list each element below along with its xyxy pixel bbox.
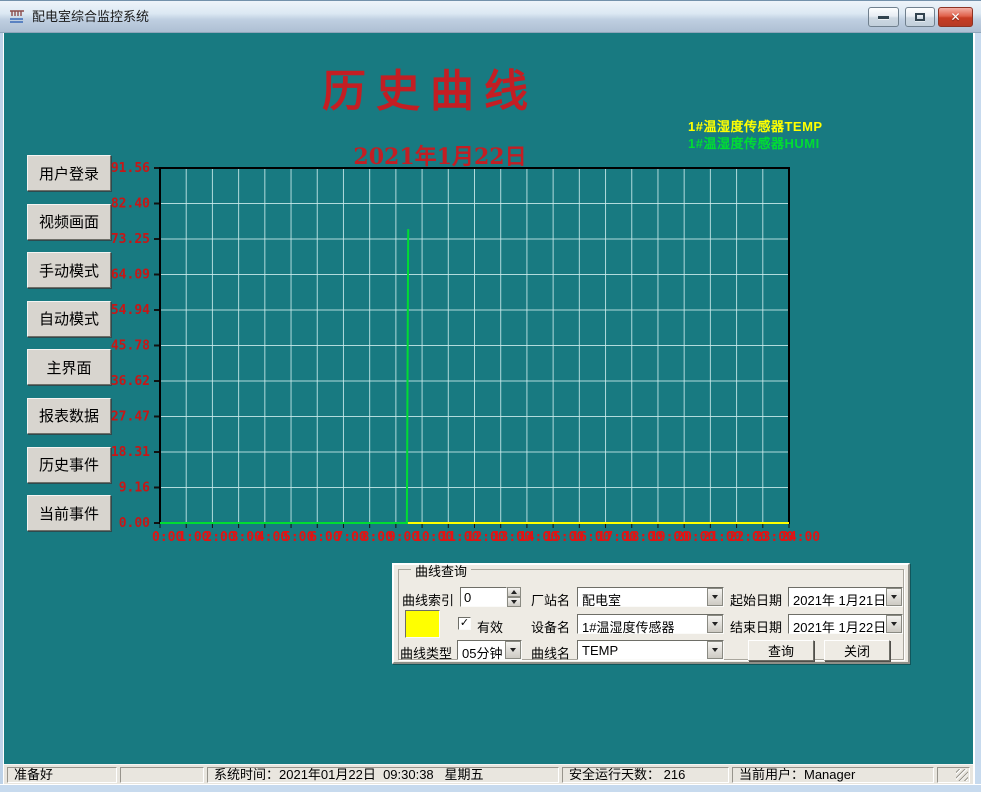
start-date-value: 2021年 1月21日 xyxy=(793,590,886,609)
maximize-icon xyxy=(915,13,925,21)
curve-index-input[interactable] xyxy=(460,587,507,607)
svg-text:24:00: 24:00 xyxy=(781,530,820,545)
chevron-down-icon xyxy=(891,622,897,626)
minimize-icon xyxy=(878,16,889,19)
status-bar: 准备好 系统时间：2021年01月22日 09:30:38 星期五 安全运行天数… xyxy=(4,764,973,784)
end-date-label: 结束日期 xyxy=(730,617,782,636)
curve-name-select[interactable]: TEMP xyxy=(577,640,724,660)
window-frame-bottom xyxy=(0,784,981,792)
svg-text:45.78: 45.78 xyxy=(111,339,150,354)
svg-text:64.09: 64.09 xyxy=(111,268,150,283)
svg-text:82.40: 82.40 xyxy=(111,197,150,212)
svg-text:9.16: 9.16 xyxy=(119,480,150,495)
station-select[interactable]: 配电室 xyxy=(577,587,724,607)
curve-index-label: 曲线索引 xyxy=(402,590,454,609)
status-safe-days: 安全运行天数： 216 xyxy=(562,767,729,783)
curve-index-stepper xyxy=(507,587,521,607)
history-chart: 91.56 82.40 73.25 64.09 54.94 45.78 36.62 27.47… xyxy=(100,150,830,560)
minimize-button[interactable] xyxy=(868,7,899,27)
chevron-down-icon xyxy=(712,595,718,599)
curve-type-label: 曲线类型 xyxy=(400,643,452,662)
app-window: 配电室综合监控系统 ✕ 历史曲线 2021年1月22日 1#温湿度传感器TEMP… xyxy=(0,0,981,792)
legend-item: 1#温湿度传感器TEMP xyxy=(688,118,823,135)
station-dropdown-button[interactable] xyxy=(707,588,723,606)
spin-down-button[interactable] xyxy=(507,597,521,607)
device-dropdown-button[interactable] xyxy=(707,615,723,633)
spin-up-button[interactable] xyxy=(507,587,521,597)
sidebar-item-current-events[interactable]: 当前事件 xyxy=(27,495,111,531)
history-chart-svg: 91.56 82.40 73.25 64.09 54.94 45.78 36.62 27.47… xyxy=(100,150,830,560)
curve-type-select[interactable]: 05分钟 xyxy=(457,640,522,660)
svg-text:36.62: 36.62 xyxy=(111,374,150,389)
svg-text:73.25: 73.25 xyxy=(111,232,150,247)
start-date-label: 起始日期 xyxy=(730,590,782,609)
end-date-picker[interactable]: 2021年 1月22日 xyxy=(788,614,903,634)
close-button[interactable]: ✕ xyxy=(938,7,973,27)
device-label: 设备名 xyxy=(531,617,570,636)
svg-text:18.31: 18.31 xyxy=(111,445,150,460)
status-ready: 准备好 xyxy=(7,767,117,783)
valid-checkbox[interactable]: ✓ xyxy=(458,617,471,630)
start-date-picker[interactable]: 2021年 1月21日 xyxy=(788,587,903,607)
sidebar-menu: 用户登录视频画面手动模式自动模式主界面报表数据历史事件当前事件 xyxy=(27,155,111,531)
chevron-down-icon xyxy=(712,648,718,652)
start-date-dropdown-button[interactable] xyxy=(886,588,902,606)
page-title: 历史曲线 xyxy=(210,55,650,119)
query-button[interactable]: 查询 xyxy=(748,640,814,661)
client-area: 历史曲线 2021年1月22日 1#温湿度传感器TEMP1#温湿度传感器HUMI… xyxy=(4,33,973,764)
sidebar-item-manual-mode[interactable]: 手动模式 xyxy=(27,252,111,288)
end-date-value: 2021年 1月22日 xyxy=(793,617,886,636)
status-blank xyxy=(120,767,204,783)
sidebar-item-history-events[interactable]: 历史事件 xyxy=(27,447,111,483)
curve-name-dropdown-button[interactable] xyxy=(707,641,723,659)
sidebar-item-main-screen[interactable]: 主界面 xyxy=(27,349,111,385)
curve-name-label: 曲线名 xyxy=(531,643,570,662)
status-system-time: 系统时间：2021年01月22日 09:30:38 星期五 xyxy=(207,767,559,783)
close-icon: ✕ xyxy=(950,11,960,23)
status-current-user: 当前用户：Manager xyxy=(732,767,934,783)
sidebar-item-report-data[interactable]: 报表数据 xyxy=(27,398,111,434)
chevron-down-icon xyxy=(891,595,897,599)
arrow-down-icon xyxy=(511,600,517,604)
app-icon xyxy=(9,9,25,25)
svg-text:27.47: 27.47 xyxy=(111,409,150,424)
curve-type-dropdown-button[interactable] xyxy=(505,641,521,659)
chevron-down-icon xyxy=(510,648,516,652)
device-value: 1#温湿度传感器 xyxy=(582,617,674,636)
chart-legend: 1#温湿度传感器TEMP1#温湿度传感器HUMI xyxy=(688,118,823,152)
svg-text:91.56: 91.56 xyxy=(111,161,150,176)
arrow-up-icon xyxy=(511,590,517,594)
title-bar: 配电室综合监控系统 ✕ xyxy=(0,0,981,33)
window-title: 配电室综合监控系统 xyxy=(32,1,149,33)
window-frame-right xyxy=(973,33,981,784)
sidebar-item-user-login[interactable]: 用户登录 xyxy=(27,155,111,191)
curve-type-value: 05分钟 xyxy=(462,643,502,662)
curve-query-panel: 曲线查询 曲线索引 厂站名 配电室 起始日期 2021年 1月21日 ✓ 有效 … xyxy=(392,563,910,664)
maximize-button[interactable] xyxy=(905,7,935,27)
groupbox-title: 曲线查询 xyxy=(411,566,471,577)
chevron-down-icon xyxy=(712,622,718,626)
panel-close-button[interactable]: 关闭 xyxy=(824,640,890,661)
svg-text:0.00: 0.00 xyxy=(119,516,150,531)
sidebar-item-auto-mode[interactable]: 自动模式 xyxy=(27,301,111,337)
station-label: 厂站名 xyxy=(531,590,570,609)
station-value: 配电室 xyxy=(582,590,621,609)
valid-label: 有效 xyxy=(477,617,503,636)
curve-color-swatch[interactable] xyxy=(405,610,440,638)
device-select[interactable]: 1#温湿度传感器 xyxy=(577,614,724,634)
sidebar-item-video-view[interactable]: 视频画面 xyxy=(27,204,111,240)
resize-grip[interactable] xyxy=(937,767,970,783)
end-date-dropdown-button[interactable] xyxy=(886,615,902,633)
svg-text:54.94: 54.94 xyxy=(111,303,150,318)
curve-name-value: TEMP xyxy=(582,643,618,658)
